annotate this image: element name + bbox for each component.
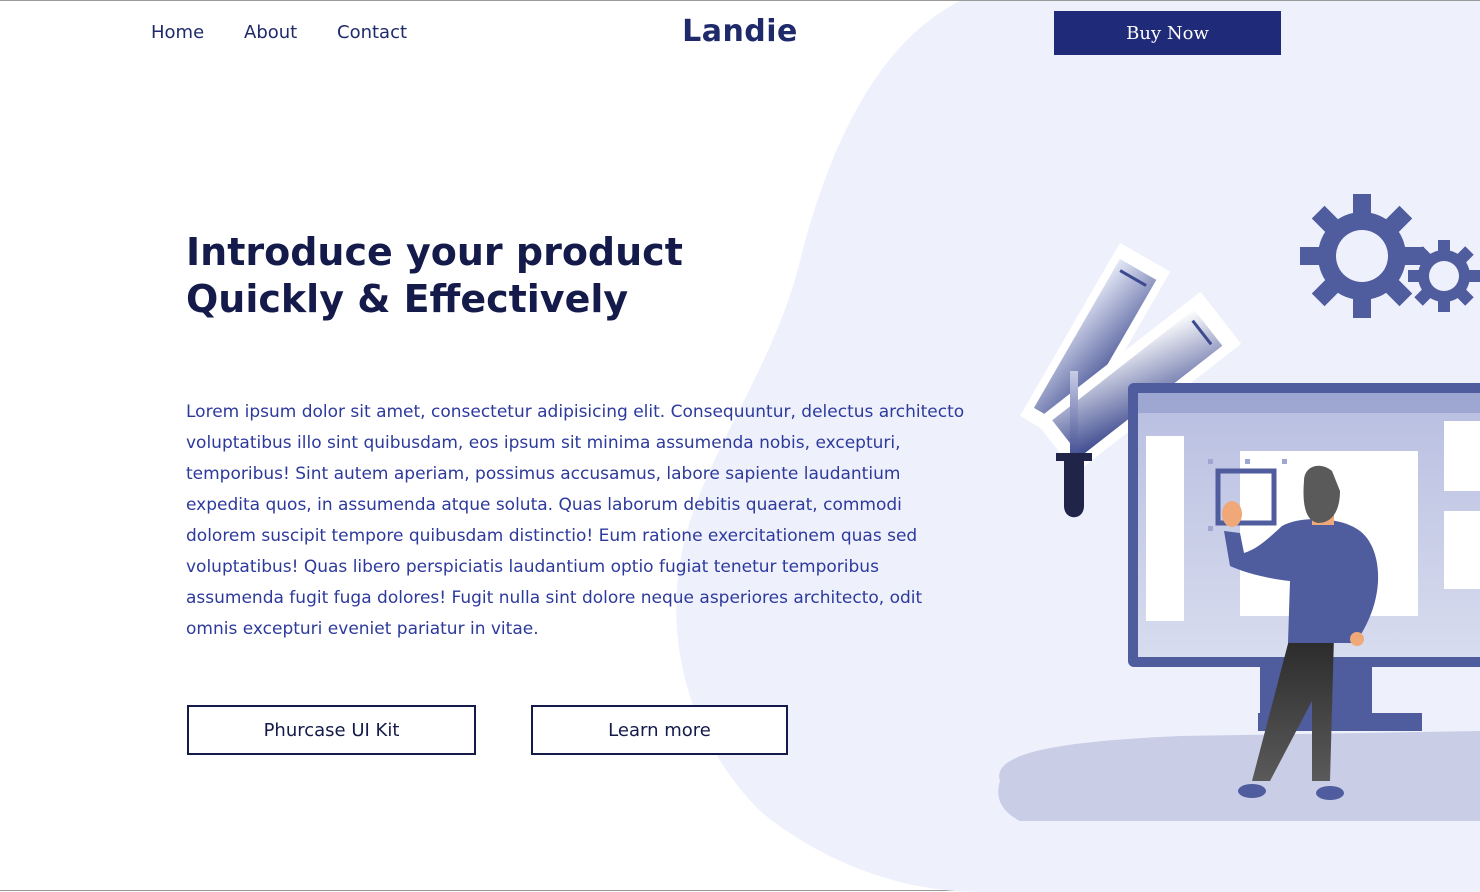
brand-logo[interactable]: Landie [650, 14, 830, 49]
hero-description: Lorem ipsum dolor sit amet, consectetur … [186, 402, 965, 639]
nav-link-home[interactable]: Home [151, 22, 204, 43]
nav-link-contact[interactable]: Contact [337, 22, 407, 43]
hero-title-line1: Introduce your product [186, 230, 683, 274]
gear-icon [1300, 194, 1424, 318]
purchase-ui-kit-button[interactable]: Phurcase UI Kit [187, 705, 476, 755]
top-nav: Home About Contact Landie Buy Now [0, 11, 1480, 55]
buy-now-button[interactable]: Buy Now [1054, 11, 1281, 55]
hero-illustration [998, 194, 1480, 821]
gear-icon [1408, 240, 1480, 312]
learn-more-button[interactable]: Learn more [531, 705, 788, 755]
nav-link-about[interactable]: About [244, 22, 297, 43]
hero-title: Introduce your product Quickly & Effecti… [186, 229, 683, 323]
hero-title-line2: Quickly & Effectively [186, 277, 629, 321]
